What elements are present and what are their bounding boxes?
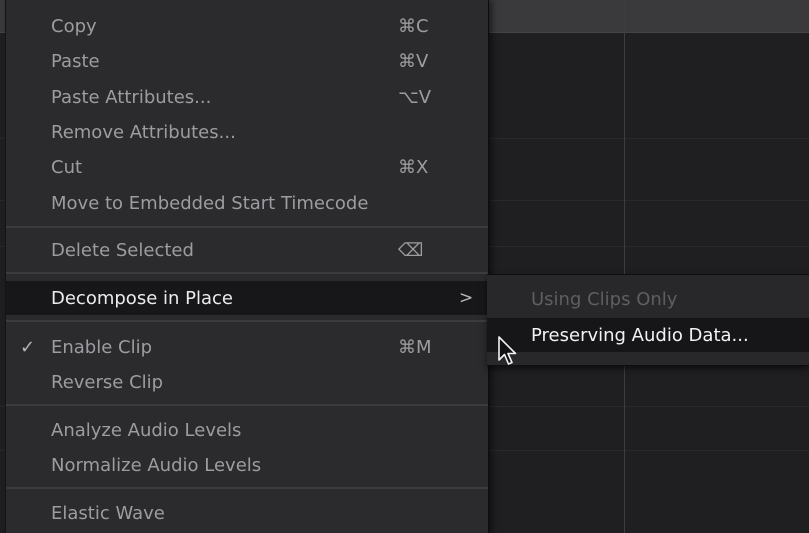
menu-item-label: Normalize Audio Levels	[51, 454, 262, 476]
decompose-submenu: Using Clips Only Preserving Audio Data..…	[487, 274, 809, 366]
submenu-item-using-clips-only: Using Clips Only	[487, 282, 809, 316]
shortcut-label: ⌥V	[398, 86, 432, 108]
context-menu: Copy ⌘C Paste ⌘V Paste Attributes... ⌥V …	[5, 0, 489, 533]
menu-item-label: Paste Attributes...	[51, 86, 212, 108]
menu-item-label: Elastic Wave	[51, 502, 165, 524]
menu-item-enable-clip[interactable]: ✓ Enable Clip ⌘M	[6, 330, 488, 364]
menu-item-label: Remove Attributes...	[51, 121, 236, 143]
menu-item-label: Paste	[51, 50, 100, 72]
delete-key-icon: ⌫	[398, 239, 424, 261]
shortcut-label: ⌘M	[398, 336, 432, 358]
menu-item-decompose-in-place[interactable]: Decompose in Place >	[6, 281, 488, 315]
menu-separator	[6, 320, 488, 322]
menu-item-remove-attributes[interactable]: Remove Attributes...	[6, 115, 488, 149]
submenu-item-label: Using Clips Only	[531, 288, 678, 310]
menu-item-move-to-embedded-start-timecode[interactable]: Move to Embedded Start Timecode	[6, 186, 488, 220]
mouse-pointer-icon	[498, 336, 517, 365]
shortcut-label: ⌘V	[398, 50, 429, 72]
submenu-item-preserving-audio-data[interactable]: Preserving Audio Data...	[487, 318, 809, 352]
menu-item-normalize-audio-levels[interactable]: Normalize Audio Levels	[6, 448, 488, 482]
menu-item-label: Copy	[51, 15, 97, 37]
shortcut-label: ⌘C	[398, 15, 429, 37]
menu-separator	[6, 226, 488, 228]
menu-item-reverse-clip[interactable]: Reverse Clip	[6, 365, 488, 399]
menu-separator	[6, 487, 488, 489]
shortcut-label: ⌘X	[398, 156, 429, 178]
menu-separator	[6, 404, 488, 406]
menu-item-label: Delete Selected	[51, 239, 194, 261]
menu-item-delete-selected[interactable]: Delete Selected ⌫	[6, 233, 488, 267]
menu-item-label: Move to Embedded Start Timecode	[51, 192, 369, 214]
menu-item-copy[interactable]: Copy ⌘C	[6, 9, 488, 43]
menu-item-label: Reverse Clip	[51, 371, 164, 393]
menu-item-label: Cut	[51, 156, 83, 178]
menu-item-analyze-audio-levels[interactable]: Analyze Audio Levels	[6, 413, 488, 447]
menu-item-label: Analyze Audio Levels	[51, 419, 242, 441]
chevron-right-icon: >	[459, 288, 474, 308]
menu-item-elastic-wave[interactable]: Elastic Wave	[6, 496, 488, 530]
menu-separator	[6, 272, 488, 274]
menu-item-paste[interactable]: Paste ⌘V	[6, 44, 488, 78]
menu-item-label: Enable Clip	[51, 336, 153, 358]
submenu-item-label: Preserving Audio Data...	[531, 324, 749, 346]
checkmark-icon: ✓	[20, 336, 36, 358]
menu-item-label: Decompose in Place	[51, 287, 233, 309]
menu-item-paste-attributes[interactable]: Paste Attributes... ⌥V	[6, 80, 488, 114]
playhead-line	[624, 0, 625, 533]
menu-item-cut[interactable]: Cut ⌘X	[6, 150, 488, 184]
